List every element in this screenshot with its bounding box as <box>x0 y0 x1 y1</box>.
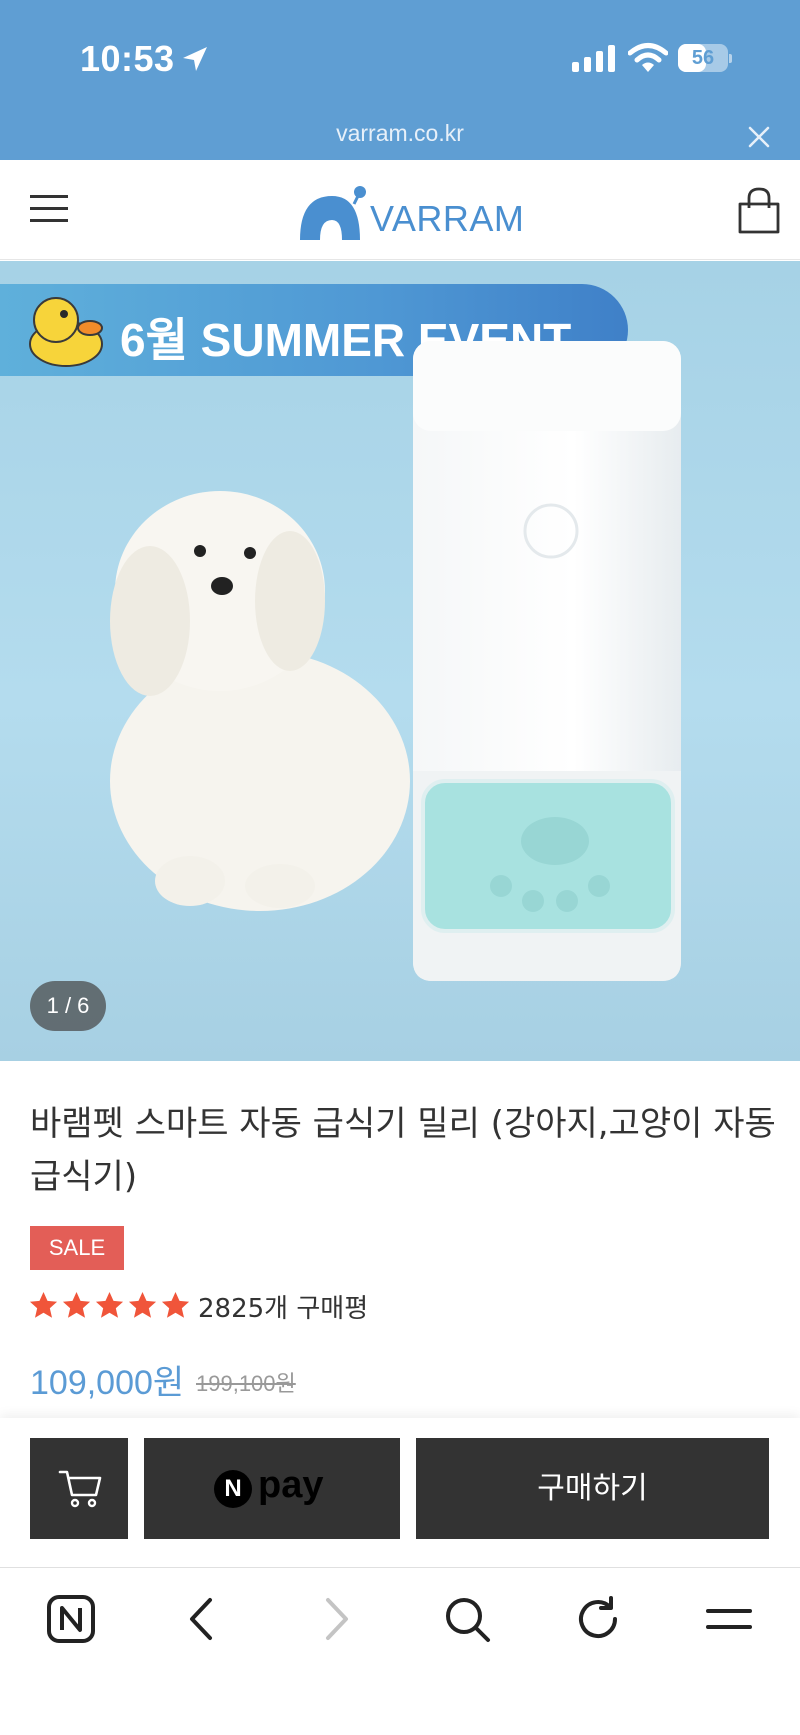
logo-mark-icon <box>300 186 366 240</box>
browser-toolbar <box>0 1567 800 1735</box>
close-icon[interactable] <box>746 124 772 150</box>
battery-level: 56 <box>691 47 715 69</box>
product-image-carousel[interactable]: 6월 SUMMER EVENT 1 / 6 <box>0 261 800 1061</box>
search-icon[interactable] <box>442 1594 492 1644</box>
slide-counter: 1 / 6 <box>30 981 106 1031</box>
star-icon <box>161 1291 190 1318</box>
menu-icon[interactable] <box>704 1594 754 1644</box>
logo-text: VARRAM <box>370 198 525 239</box>
cart-icon <box>58 1470 102 1508</box>
product-page: 10:53 56 varram.co.kr VARRAM 6월 SUMMER E… <box>0 0 800 1735</box>
product-title: 바램펫 스마트 자동 급식기 밀리 (강아지,고양이 자동급식기) <box>30 1104 776 1197</box>
add-to-cart-button[interactable] <box>30 1438 128 1539</box>
naver-n-icon: N <box>214 1470 252 1508</box>
buy-now-button[interactable]: 구매하기 <box>416 1438 769 1539</box>
naver-home-icon[interactable] <box>46 1594 96 1644</box>
star-icon <box>62 1291 91 1318</box>
back-icon[interactable] <box>178 1594 228 1644</box>
dog-image <box>110 491 410 911</box>
status-time: 10:53 <box>80 38 175 79</box>
original-price: 199,100원 <box>196 1371 296 1396</box>
star-icon <box>95 1291 124 1318</box>
purchase-bar: N pay 구매하기 <box>0 1418 800 1568</box>
wifi-icon <box>628 43 668 72</box>
auto-feeder-image <box>413 341 681 981</box>
hamburger-menu-icon[interactable] <box>30 192 68 226</box>
location-arrow-icon <box>183 47 207 71</box>
battery-icon: 56 <box>678 44 732 72</box>
forward-icon[interactable] <box>310 1594 360 1644</box>
npay-label: pay <box>258 1464 324 1506</box>
review-count[interactable]: 2825개 구매평 <box>198 1290 368 1328</box>
reload-icon[interactable] <box>574 1594 624 1644</box>
varram-logo[interactable]: VARRAM <box>298 184 524 242</box>
sale-badge: SALE <box>30 1226 124 1270</box>
star-icon <box>29 1291 58 1318</box>
shopping-bag-icon[interactable] <box>736 186 782 234</box>
cellular-signal-icon <box>572 45 615 72</box>
status-bar: 10:53 56 varram.co.kr <box>0 0 800 160</box>
sale-price: 109,000원 <box>30 1364 185 1402</box>
url-bar[interactable]: varram.co.kr <box>0 120 800 147</box>
rating-stars <box>28 1290 191 1328</box>
site-header: VARRAM <box>0 160 800 260</box>
duck-icon <box>29 297 103 367</box>
naver-pay-button[interactable]: N pay <box>144 1438 400 1539</box>
star-icon <box>128 1291 157 1318</box>
